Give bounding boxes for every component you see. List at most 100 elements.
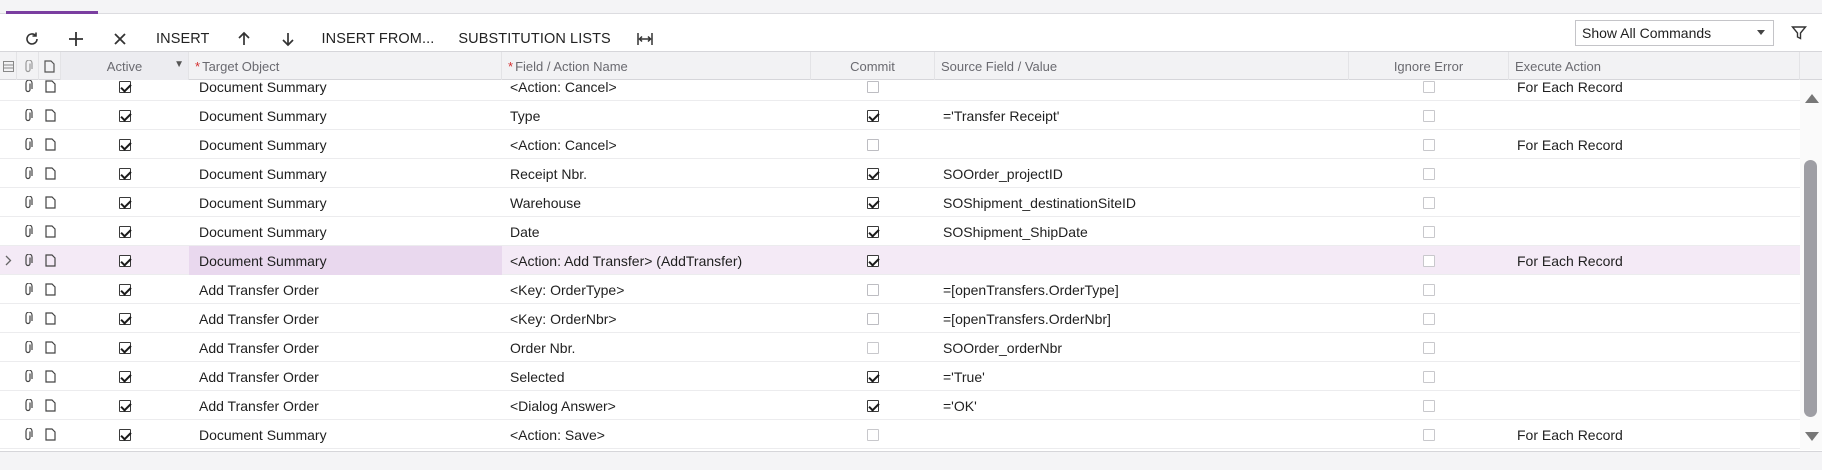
- execute-action-cell[interactable]: [1509, 101, 1800, 130]
- commit-cell[interactable]: [811, 130, 935, 159]
- target-object-cell[interactable]: Document Summary: [189, 420, 502, 449]
- attach-cell[interactable]: [17, 130, 39, 159]
- source-field-cell[interactable]: [935, 80, 1349, 101]
- active-cell[interactable]: [61, 391, 189, 420]
- note-icon[interactable]: [44, 254, 56, 267]
- active-cell[interactable]: [61, 80, 189, 101]
- column-header-commit[interactable]: Commit: [811, 52, 935, 80]
- scroll-up-icon[interactable]: [1805, 94, 1819, 103]
- commit-cell[interactable]: [811, 159, 935, 188]
- execute-action-cell[interactable]: [1509, 362, 1800, 391]
- field-action-cell[interactable]: <Key: OrderType>: [502, 275, 811, 304]
- note-icon[interactable]: [44, 167, 56, 180]
- target-object-cell[interactable]: Document Summary: [189, 188, 502, 217]
- commit-cell[interactable]: [811, 362, 935, 391]
- column-header-source-field[interactable]: Source Field / Value: [935, 52, 1349, 80]
- active-cell[interactable]: [61, 159, 189, 188]
- source-field-cell[interactable]: SOShipment_destinationSiteID: [935, 188, 1349, 217]
- source-field-cell[interactable]: SOOrder_projectID: [935, 159, 1349, 188]
- column-header-ignore-error[interactable]: Ignore Error: [1349, 52, 1509, 80]
- table-row[interactable]: Document Summary Receipt Nbr. SOOrder_proj…: [0, 159, 1800, 188]
- paperclip-icon[interactable]: [23, 370, 33, 383]
- scrollbar-thumb[interactable]: [1804, 160, 1817, 417]
- ignore-error-checkbox[interactable]: [1423, 109, 1435, 122]
- attach-cell[interactable]: [17, 333, 39, 362]
- attach-cell[interactable]: [17, 275, 39, 304]
- ignore-error-checkbox[interactable]: [1423, 225, 1435, 238]
- paperclip-icon[interactable]: [23, 196, 33, 209]
- execute-action-cell[interactable]: [1509, 304, 1800, 333]
- note-cell[interactable]: [39, 246, 61, 275]
- target-object-cell[interactable]: Document Summary: [189, 101, 502, 130]
- target-object-cell[interactable]: Document Summary: [189, 217, 502, 246]
- table-row[interactable]: Add Transfer Order <Key: OrderNbr> =[openT…: [0, 304, 1800, 333]
- ignore-error-checkbox[interactable]: [1423, 283, 1435, 296]
- column-header-target-object[interactable]: * Target Object: [189, 52, 502, 80]
- ignore-error-cell[interactable]: [1349, 362, 1509, 391]
- active-checkbox[interactable]: [119, 167, 131, 180]
- execute-action-cell[interactable]: [1509, 333, 1800, 362]
- ignore-error-checkbox[interactable]: [1423, 370, 1435, 383]
- note-icon[interactable]: [44, 80, 56, 93]
- active-cell[interactable]: [61, 188, 189, 217]
- commit-cell[interactable]: [811, 420, 935, 449]
- source-field-cell[interactable]: SOShipment_ShipDate: [935, 217, 1349, 246]
- note-cell[interactable]: [39, 333, 61, 362]
- source-field-cell[interactable]: ='Transfer Receipt': [935, 101, 1349, 130]
- active-checkbox[interactable]: [119, 196, 131, 209]
- attach-cell[interactable]: [17, 159, 39, 188]
- source-field-cell[interactable]: [935, 420, 1349, 449]
- attach-cell[interactable]: [17, 188, 39, 217]
- commit-cell[interactable]: [811, 304, 935, 333]
- ignore-error-cell[interactable]: [1349, 130, 1509, 159]
- table-row[interactable]: Document Summary Warehouse SOShipment_dest…: [0, 188, 1800, 217]
- ignore-error-cell[interactable]: [1349, 275, 1509, 304]
- active-checkbox[interactable]: [119, 341, 131, 354]
- paperclip-icon[interactable]: [23, 428, 33, 441]
- commit-checkbox[interactable]: [867, 341, 879, 354]
- commit-cell[interactable]: [811, 217, 935, 246]
- attach-cell[interactable]: [17, 391, 39, 420]
- active-cell[interactable]: [61, 246, 189, 275]
- source-field-cell[interactable]: [935, 130, 1349, 159]
- active-checkbox[interactable]: [119, 283, 131, 296]
- table-row[interactable]: Add Transfer Order <Dialog Answer> ='OK': [0, 391, 1800, 420]
- commit-checkbox[interactable]: [867, 196, 879, 209]
- commit-checkbox[interactable]: [867, 109, 879, 122]
- paperclip-icon[interactable]: [23, 399, 33, 412]
- source-field-cell[interactable]: ='OK': [935, 391, 1349, 420]
- attach-cell[interactable]: [17, 362, 39, 391]
- ignore-error-checkbox[interactable]: [1423, 196, 1435, 209]
- row-settings-icon[interactable]: [0, 52, 17, 80]
- ignore-error-cell[interactable]: [1349, 188, 1509, 217]
- attach-cell[interactable]: [17, 304, 39, 333]
- active-cell[interactable]: [61, 304, 189, 333]
- table-row[interactable]: Document Summary <Action: Save> For Each R…: [0, 420, 1800, 449]
- commit-cell[interactable]: [811, 101, 935, 130]
- attach-cell[interactable]: [17, 217, 39, 246]
- source-field-cell[interactable]: ='True': [935, 362, 1349, 391]
- attach-cell[interactable]: [17, 80, 39, 101]
- note-cell[interactable]: [39, 101, 61, 130]
- active-checkbox[interactable]: [119, 254, 131, 267]
- ignore-error-cell[interactable]: [1349, 217, 1509, 246]
- ignore-error-cell[interactable]: [1349, 101, 1509, 130]
- active-cell[interactable]: [61, 333, 189, 362]
- note-cell[interactable]: [39, 130, 61, 159]
- paperclip-icon[interactable]: [23, 283, 33, 296]
- note-icon[interactable]: [44, 312, 56, 325]
- ignore-error-checkbox[interactable]: [1423, 167, 1435, 180]
- column-header-active[interactable]: Active ▼: [61, 52, 189, 80]
- active-checkbox[interactable]: [119, 80, 131, 93]
- field-action-cell[interactable]: Order Nbr.: [502, 333, 811, 362]
- scroll-down-icon[interactable]: [1805, 432, 1819, 441]
- execute-action-cell[interactable]: For Each Record: [1509, 420, 1800, 449]
- field-action-cell[interactable]: Type: [502, 101, 811, 130]
- target-object-cell[interactable]: Document Summary: [189, 159, 502, 188]
- commit-cell[interactable]: [811, 188, 935, 217]
- source-field-cell[interactable]: SOOrder_orderNbr: [935, 333, 1349, 362]
- table-row[interactable]: Document Summary Date SOShipment_ShipDate: [0, 217, 1800, 246]
- target-object-cell[interactable]: Document Summary: [189, 246, 502, 275]
- commit-checkbox[interactable]: [867, 370, 879, 383]
- paperclip-icon[interactable]: [23, 167, 33, 180]
